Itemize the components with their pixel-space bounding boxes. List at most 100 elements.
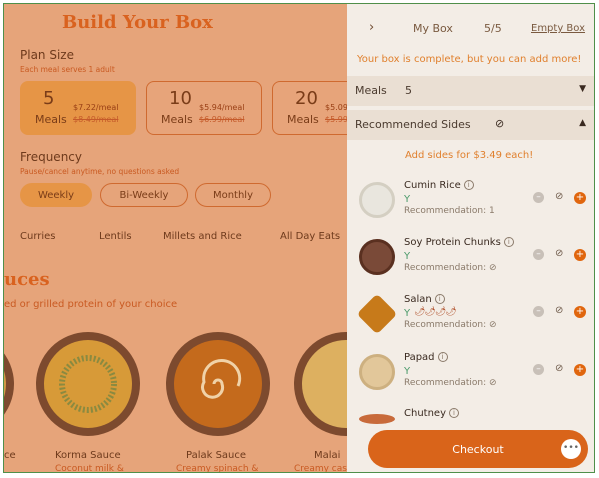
app-frame: Build Your Box Plan Size Each meal serve… [3,3,595,473]
sauce-name-korma: Korma Sauce [55,450,121,461]
freq-weekly[interactable]: Weekly [20,183,92,207]
plan-meals: Meals [35,113,67,126]
quantity-ban-icon: ⊘ [555,305,564,316]
build-box-page: Build Your Box Plan Size Each meal serve… [4,4,347,473]
side-item-cumin-rice: Cumin Rice i Y Recommendation: 1 – ⊘ + [347,180,594,238]
side-item-papad: Papad i Y Recommendation: ⊘ – ⊘ + [347,352,594,410]
recommendation-text: Recommendation: ⊘ [404,320,497,330]
plan-size-label: Plan Size [20,48,74,62]
soy-protein-image [359,239,395,275]
korma-garnish-icon [59,355,117,413]
side-name: Cumin Rice i [404,180,474,191]
side-name: Chutney i [404,408,459,419]
plan-option-5[interactable]: 5 Meals $7.22/meal $8.49/meal [20,81,136,135]
spice-level-icon: 🌶🌶🌶🌶 [414,307,457,317]
sides-ban-icon: ⊘ [495,117,505,130]
cumin-rice-image [359,182,395,218]
sauce-name-palak: Palak Sauce [186,450,247,461]
side-name-text: Papad [404,352,435,363]
plan-num: 20 [295,88,318,109]
sauce-image-malai[interactable] [294,332,347,436]
side-name-text: Salan [404,294,432,305]
plan-price: $5.94/meal [199,103,245,112]
decrement-button[interactable]: – [533,364,544,375]
side-name-text: Cumin Rice [404,180,461,191]
side-name-text: Chutney [404,408,446,419]
plan-price: $5.09 [325,103,347,112]
increment-button[interactable]: + [574,306,586,318]
info-icon[interactable]: i [503,237,514,247]
plan-meals: Meals [287,113,319,126]
sauces-heading: uces [4,269,50,290]
close-panel-chevron-icon[interactable]: › [369,20,374,35]
quantity-ban-icon: ⊘ [555,248,564,259]
meals-row[interactable]: Meals 5 ▼ [347,76,594,106]
page-title: Build Your Box [62,12,213,33]
increment-button[interactable]: + [574,249,586,261]
plan-old-price: $5.99 [325,115,347,124]
plan-option-20[interactable]: 20 Meals $5.09 $5.99 [272,81,347,135]
category-lentils[interactable]: Lentils [99,231,132,242]
chat-icon[interactable]: ••• [561,439,581,459]
plan-num: 10 [169,88,192,109]
info-icon[interactable]: i [449,408,459,418]
recommendation-text: Recommendation: 1 [404,206,495,216]
plan-num: 5 [43,88,55,109]
decrement-button[interactable]: – [533,192,544,203]
plan-old-price: $8.49/meal [73,115,119,124]
add-sides-note: Add sides for $3.49 each! [405,150,534,161]
category-millets[interactable]: Millets and Rice [163,231,242,242]
sauce-partial: ce [4,450,16,461]
plan-option-10[interactable]: 10 Meals $5.94/meal $6.99/meal [146,81,262,135]
increment-button[interactable]: + [574,192,586,204]
category-curries[interactable]: Curries [20,231,56,242]
sauce-desc-palak: Creamy spinach & [176,464,259,473]
sauce-image-partial [4,332,14,436]
plan-meals: Meals [161,113,193,126]
sauce-image-korma[interactable] [36,332,140,436]
info-icon[interactable]: i [437,352,448,362]
sauces-sub: ed or grilled protein of your choice [4,299,178,310]
salan-image [356,293,398,335]
frequency-sub: Pause/cancel anytime, no questions asked [20,167,180,176]
category-all-day-eats[interactable]: All Day Eats [280,231,340,242]
recommendation-text: Recommendation: ⊘ [404,378,497,388]
decrement-button[interactable]: – [533,249,544,260]
side-item-salan: Salan i Y 🌶🌶🌶🌶 Recommendation: ⊘ – ⊘ + [347,293,594,352]
sauce-desc-malai: Creamy cas [294,464,347,473]
info-icon[interactable]: i [434,294,445,304]
panel-title: My Box [413,22,453,35]
quantity-ban-icon: ⊘ [555,363,564,374]
meals-label: Meals [355,84,387,97]
increment-button[interactable]: + [574,364,586,376]
freq-biweekly[interactable]: Bi-Weekly [100,183,188,207]
box-complete-message: Your box is complete, but you can add mo… [357,54,582,65]
info-icon[interactable]: i [463,180,474,190]
sauce-name-malai: Malai [314,450,341,461]
plan-old-price: $6.99/meal [199,115,245,124]
side-name: Soy Protein Chunks i [404,237,514,248]
chutney-image [359,414,395,424]
panel-header: › My Box 5/5 Empty Box [347,4,594,52]
side-name: Salan i [404,294,445,305]
box-count: 5/5 [484,22,502,35]
decrement-button[interactable]: – [533,306,544,317]
chevron-up-icon: ▲ [579,118,586,128]
chevron-down-icon: ▼ [579,84,586,94]
recommendation-text: Recommendation: ⊘ [404,263,497,273]
meals-value: 5 [405,84,412,97]
sides-label: Recommended Sides [355,118,471,131]
checkout-button[interactable]: Checkout [368,430,588,468]
papad-image [359,354,395,390]
side-name: Papad i [404,352,448,363]
sauce-image-palak[interactable] [166,332,270,436]
plan-price: $7.22/meal [73,103,119,112]
freq-monthly[interactable]: Monthly [195,183,271,207]
vegan-icon: Y [404,251,411,262]
vegan-icon: Y [404,366,411,377]
empty-box-link[interactable]: Empty Box [531,23,585,34]
recommended-sides-row[interactable]: Recommended Sides ⊘ ▲ [347,110,594,140]
plan-size-sub: Each meal serves 1 adult [20,65,115,74]
vegan-icon: Y [404,308,411,319]
side-name-text: Soy Protein Chunks [404,237,501,248]
